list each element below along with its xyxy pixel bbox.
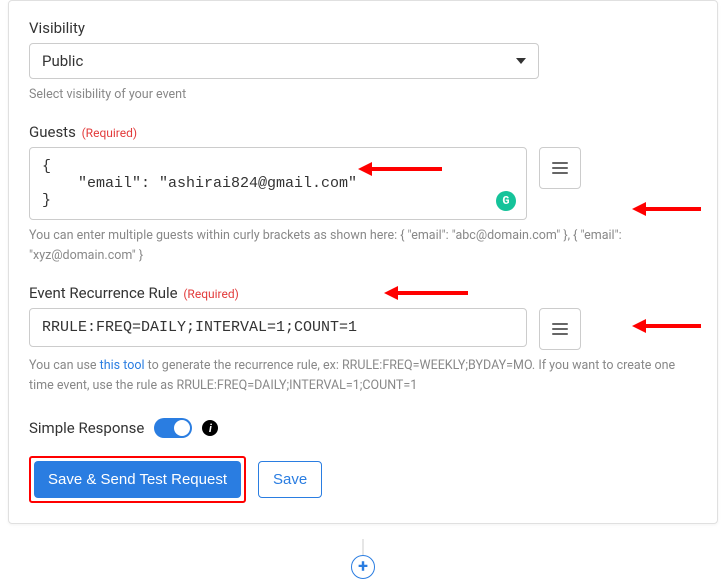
toggle-knob — [174, 420, 190, 436]
recurrence-options-button[interactable] — [539, 308, 581, 350]
save-send-test-button[interactable]: Save & Send Test Request — [34, 461, 241, 498]
chevron-down-icon — [516, 58, 526, 64]
guests-row: { "email": "ashirai824@gmail.com" }G — [29, 147, 697, 220]
required-badge: (Required) — [82, 126, 137, 140]
recurrence-row: RRULE:FREQ=DAILY;INTERVAL=1;COUNT=1 — [29, 308, 697, 350]
guests-group: Guests (Required) { "email": "ashirai824… — [29, 123, 697, 266]
recurrence-helper: You can use this tool to generate the re… — [29, 356, 697, 396]
recurrence-label: Event Recurrence Rule (Required) — [29, 284, 697, 302]
guests-input[interactable]: { "email": "ashirai824@gmail.com" }G — [29, 147, 527, 220]
grammarly-icon[interactable]: G — [496, 191, 516, 211]
guests-options-button[interactable] — [539, 147, 581, 189]
hamburger-icon — [552, 323, 568, 335]
simple-response-toggle[interactable] — [154, 418, 192, 438]
button-row: Save & Send Test Request Save — [29, 456, 697, 503]
save-button[interactable]: Save — [258, 461, 322, 498]
guests-label: Guests (Required) — [29, 123, 697, 141]
required-badge: (Required) — [183, 287, 238, 301]
info-icon[interactable]: i — [202, 420, 218, 436]
simple-response-label: Simple Response — [29, 419, 144, 437]
annotation-highlight: Save & Send Test Request — [29, 456, 246, 503]
visibility-helper: Select visibility of your event — [29, 85, 697, 105]
this-tool-link[interactable]: this tool — [100, 358, 145, 373]
visibility-select[interactable]: Public — [29, 43, 539, 79]
visibility-group: Visibility Public Select visibility of y… — [29, 19, 697, 105]
hamburger-icon — [552, 162, 568, 174]
recurrence-input[interactable]: RRULE:FREQ=DAILY;INTERVAL=1;COUNT=1 — [29, 308, 527, 347]
simple-response-row: Simple Response i — [29, 418, 697, 438]
visibility-value: Public — [42, 52, 83, 70]
form-card: Visibility Public Select visibility of y… — [8, 0, 718, 524]
guests-helper: You can enter multiple guests within cur… — [29, 226, 697, 266]
visibility-label: Visibility — [29, 19, 697, 37]
step-connector: + — [8, 539, 718, 569]
recurrence-group: Event Recurrence Rule (Required) RRULE:F… — [29, 284, 697, 396]
add-step-button[interactable]: + — [351, 555, 375, 579]
